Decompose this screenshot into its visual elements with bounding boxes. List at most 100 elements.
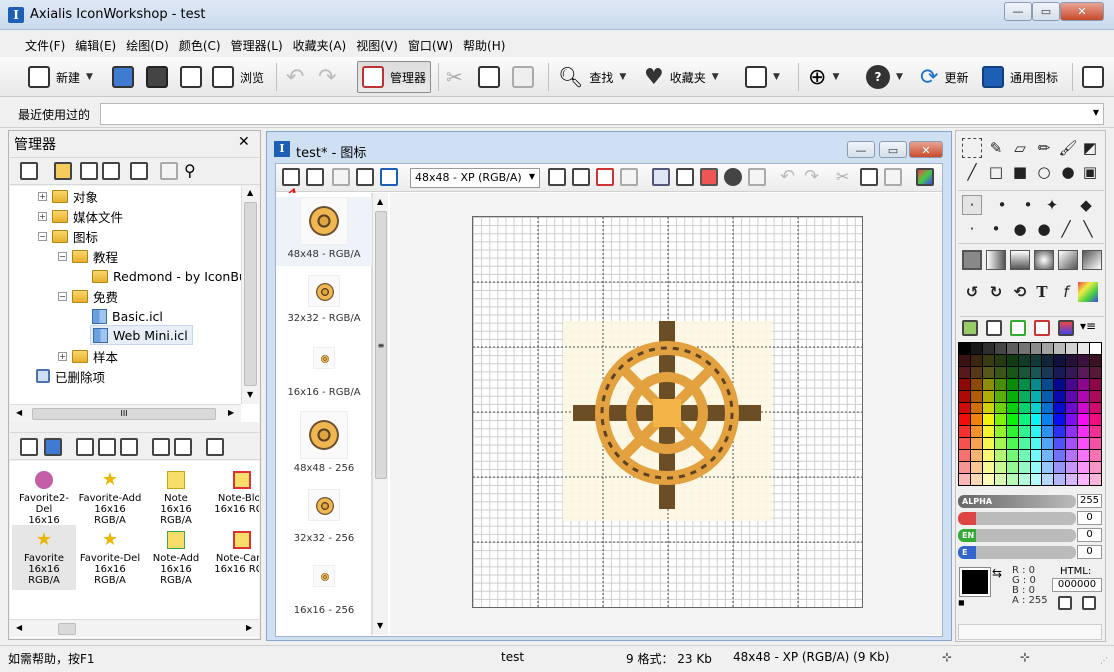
palette-swatch[interactable] [1030,414,1042,426]
palette-swatch[interactable] [1042,390,1054,402]
palette-swatch[interactable] [970,343,982,354]
palette-swatch[interactable] [1090,462,1101,474]
brush-size-1-icon[interactable]: · [962,195,982,215]
palette-swatch[interactable] [1006,354,1018,366]
palette-swatch[interactable] [1006,438,1018,450]
chevron-down-icon[interactable]: ▼ [712,72,719,82]
palette-swatch[interactable] [959,402,970,414]
palette-swatch[interactable] [1018,474,1030,485]
doc-minimize-button[interactable]: — [847,141,875,158]
palette-swatch[interactable] [1018,402,1030,414]
brush-size-8-icon[interactable]: ● [1010,219,1030,239]
windows-format-icon[interactable] [380,168,398,186]
palette-swatch[interactable] [1078,354,1090,366]
brush-size-3-icon[interactable]: • [1018,195,1038,215]
green-slider[interactable]: EN [958,529,1076,542]
palette-swatch[interactable] [1066,402,1078,414]
palette-swatch[interactable] [982,354,994,366]
fill-icon[interactable]: ◩ [1080,138,1100,158]
favorite-item[interactable]: Note 16x16 RGB/A [144,471,208,526]
grid-toggle-icon[interactable] [676,168,694,186]
palette-swatch[interactable] [1006,414,1018,426]
palette-swatch[interactable] [1042,474,1054,485]
tree-item-objects[interactable]: + 对象 [38,186,98,206]
palette-swatch[interactable] [1018,354,1030,366]
palette-swatch[interactable] [982,366,994,378]
palette-swatch[interactable] [1030,343,1042,354]
palette-swatch[interactable] [994,438,1006,450]
palette-swatch[interactable] [994,354,1006,366]
color-effects-icon[interactable] [1078,282,1098,302]
blue-slider[interactable]: E [958,546,1076,559]
effects-icon[interactable]: f [1056,282,1076,302]
manager-button[interactable]: 管理器 [357,61,432,93]
palette-swatch[interactable] [994,426,1006,438]
palette-swatch[interactable] [982,390,994,402]
palette-swatch[interactable] [1018,426,1030,438]
palette-menu-icon[interactable]: ▾≡ [1080,319,1096,333]
palette-swatch[interactable] [1030,426,1042,438]
pixel-editing-grid[interactable] [472,216,863,608]
flip-icon[interactable]: ↻ [986,282,1006,302]
redo-button[interactable]: ↷ [318,61,336,93]
list-view-icon[interactable] [152,438,170,456]
palette-swatch[interactable] [1006,426,1018,438]
palette-swatch[interactable] [959,426,970,438]
format-properties-icon[interactable] [620,168,638,186]
save-icon[interactable] [282,168,300,186]
palette-swatch[interactable] [959,343,970,354]
palette-swatch[interactable] [1030,450,1042,462]
palette-swatch[interactable] [1066,450,1078,462]
palette-swatch[interactable] [1042,354,1054,366]
palette-swatch[interactable] [959,450,970,462]
open-button[interactable] [112,61,134,93]
palette-swatch[interactable] [982,426,994,438]
tree-item-samples[interactable]: + 样本 [58,346,118,366]
palette-swatch[interactable] [1090,354,1101,366]
cut-icon[interactable]: ✂ [836,167,849,186]
palette-swatch[interactable] [970,462,982,474]
copy-color-icon[interactable] [1058,596,1072,610]
palette-swatch[interactable] [970,378,982,390]
favorite-item[interactable]: ★ Favorite-Add 16x16 RGB/A [78,471,142,527]
palette-swatch[interactable] [1030,402,1042,414]
palette-swatch[interactable] [994,462,1006,474]
palette-swatch[interactable] [1090,390,1101,402]
web-button[interactable]: ⊕ ▼ [808,61,839,93]
fill-gradient-vertical-icon[interactable] [1010,250,1030,270]
format-item[interactable]: 16x16 - RGB/A [276,347,372,398]
tree-horizontal-scrollbar[interactable]: ◀ III ▶ [10,404,241,422]
brush-size-9-icon[interactable]: ● [1034,219,1054,239]
palette-swatch[interactable] [959,462,970,474]
menu-view[interactable]: 视图(V) [351,31,403,57]
format-select[interactable]: 48x48 - XP (RGB/A) ▼ [410,168,540,188]
new-folder-icon[interactable] [54,162,72,180]
tree-item-basic[interactable]: Basic.icl [92,306,163,326]
menu-color[interactable]: 颜色(C) [174,31,226,57]
palette-swatch[interactable] [1054,462,1066,474]
rotate-icon[interactable]: ⟲ [1010,282,1030,302]
palette-swatch[interactable] [1054,343,1066,354]
palette-swatch[interactable] [1078,462,1090,474]
palette-swatch[interactable] [959,378,970,390]
palette-swatch[interactable] [1018,414,1030,426]
delete-icon[interactable] [206,438,224,456]
palette-swatch[interactable] [1030,354,1042,366]
doc-close-button[interactable]: ✕ [909,141,943,158]
palette-swatch[interactable] [970,354,982,366]
open-palette-icon[interactable] [962,320,978,336]
help-button[interactable]: ? ▼ [866,61,903,93]
palette-swatch[interactable] [1018,450,1030,462]
save-palette-icon[interactable] [986,320,1002,336]
palette-swatch[interactable] [1006,343,1018,354]
tree-item-icons[interactable]: − 图标 [38,226,98,246]
rename-icon[interactable] [102,162,120,180]
undo-button[interactable]: ↶ [286,61,304,93]
swap-colors-icon[interactable]: ⇆ [992,566,1002,580]
palette-swatch[interactable] [1066,462,1078,474]
brush-size-6-icon[interactable]: · [962,219,982,239]
palette-swatch[interactable] [994,378,1006,390]
favorite-item[interactable]: Note-Bloc16x16 RGE [210,471,259,515]
scrollbar-thumb[interactable] [244,202,257,386]
palette-swatch[interactable] [1042,438,1054,450]
